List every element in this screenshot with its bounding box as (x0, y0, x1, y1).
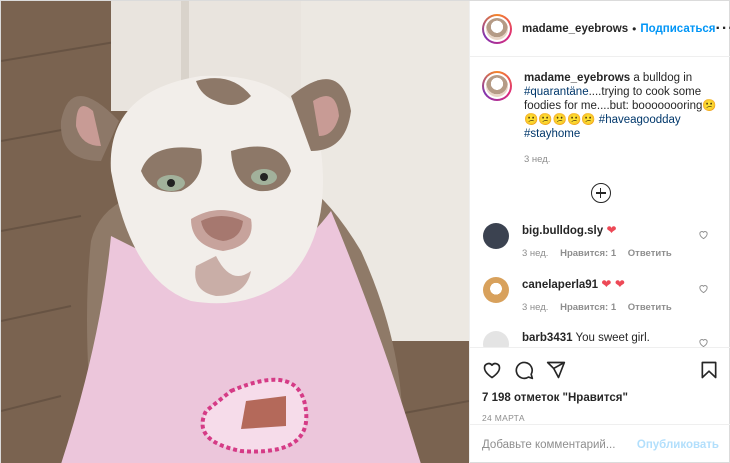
add-comment-input[interactable] (482, 438, 637, 451)
commenter-avatar[interactable] (483, 277, 509, 303)
follow-button[interactable]: Подписаться (640, 23, 715, 35)
post-side-panel: madame_eyebrows • Подписаться ··· madame… (469, 1, 730, 463)
comment-item: barb3431 You sweet girl. (482, 331, 719, 347)
reply-button[interactable]: Ответить (628, 248, 672, 259)
comment-time: 3 нед. (522, 248, 549, 259)
publish-button[interactable]: Опубликовать (637, 439, 719, 451)
comment-username[interactable]: barb3431 (522, 332, 573, 344)
comment-like-icon[interactable] (698, 337, 709, 347)
hashtag-quarantane[interactable]: #quarantäne (524, 86, 589, 98)
comment-time: 3 нед. (522, 302, 549, 313)
post-header: madame_eyebrows • Подписаться ··· (470, 1, 730, 57)
comment-likes[interactable]: Нравится: 1 (560, 248, 616, 259)
action-icons (482, 356, 719, 384)
caption-username[interactable]: madame_eyebrows (524, 72, 630, 84)
comment-username[interactable]: canelaperla91 (522, 279, 598, 291)
comment-item: canelaperla91 ❤ ❤ 3 нед. Нравится: 1 Отв… (482, 277, 719, 315)
more-options-icon[interactable]: ··· (716, 20, 730, 38)
author-username[interactable]: madame_eyebrows (522, 23, 628, 35)
comment-text: ❤ (603, 223, 617, 237)
comments-list[interactable]: madame_eyebrows a bulldog in #quarantäne… (470, 57, 730, 347)
comment-like-icon[interactable] (698, 283, 709, 294)
reply-button[interactable]: Ответить (628, 302, 672, 313)
likes-count[interactable]: 7 198 отметок "Нравится" (482, 392, 719, 404)
add-comment-bar: Опубликовать (470, 424, 730, 463)
post-date[interactable]: 24 МАРТА (482, 413, 719, 423)
comment-item: big.bulldog.sly ❤ 3 нед. Нравится: 1 Отв… (482, 223, 719, 261)
share-icon[interactable] (546, 360, 566, 380)
instagram-post: madame_eyebrows • Подписаться ··· madame… (0, 0, 730, 463)
load-more-comments[interactable] (482, 183, 719, 203)
comment-icon[interactable] (514, 360, 534, 380)
heart-icon[interactable] (482, 360, 502, 380)
hashtag-stayhome[interactable]: #stayhome (524, 128, 580, 140)
comment-text: ❤ ❤ (598, 277, 625, 291)
author-avatar[interactable] (482, 13, 512, 44)
hashtag-haveagoodday[interactable]: #haveagoodday (599, 114, 681, 126)
comment-likes[interactable]: Нравится: 1 (560, 302, 616, 313)
commenter-avatar[interactable] (483, 223, 509, 249)
caption: madame_eyebrows a bulldog in #quarantäne… (482, 71, 719, 167)
add-circle-icon[interactable] (590, 183, 611, 203)
caption-text-1: a bulldog in (630, 72, 693, 84)
caption-time: 3 нед. (524, 154, 551, 165)
comment-text: You sweet girl. (572, 332, 650, 344)
commenter-avatar[interactable] (483, 331, 509, 347)
separator-dot: • (632, 21, 637, 36)
comment-like-icon[interactable] (698, 229, 709, 240)
caption-avatar[interactable] (482, 71, 512, 101)
post-photo[interactable] (1, 1, 469, 463)
caption-body: madame_eyebrows a bulldog in #quarantäne… (524, 71, 719, 167)
bulldog-photo (1, 1, 469, 463)
comment-username[interactable]: big.bulldog.sly (522, 225, 603, 237)
bookmark-icon[interactable] (699, 360, 719, 380)
